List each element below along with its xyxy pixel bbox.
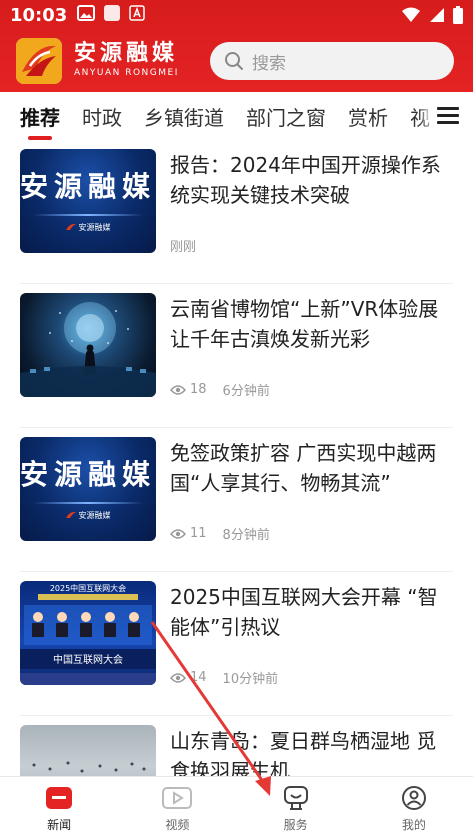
- news-list: 安源融媒 安源融媒 报告：2024年中国开源操作系统实现关键技术突破 刚刚 云南…: [0, 140, 473, 840]
- nav-service-label: 服务: [283, 818, 308, 832]
- news-icon: [45, 784, 73, 812]
- news-meta: 刚刚: [170, 236, 196, 255]
- news-title: 云南省博物馆“上新”VR体验展 让千年古滇焕发新光彩: [170, 297, 439, 351]
- tab-towns[interactable]: 乡镇街道: [144, 102, 224, 131]
- conference-stage-text: 中国互联网大会: [53, 653, 123, 666]
- list-item[interactable]: 云南省博物馆“上新”VR体验展 让千年古滇焕发新光彩 18 6分钟前: [20, 284, 453, 428]
- news-meta: 18 6分钟前: [170, 380, 270, 399]
- search-icon: [225, 52, 243, 70]
- news-time: 6分钟前: [222, 384, 270, 399]
- nav-news[interactable]: 新闻: [0, 777, 118, 840]
- news-thumbnail: 安源融媒 安源融媒: [20, 149, 156, 253]
- news-thumbnail: [20, 293, 156, 397]
- service-icon: [283, 784, 309, 812]
- nav-news-label: 新闻: [47, 818, 72, 832]
- app-header: 安源融媒 ANYUAN RONGMEI 搜索: [0, 38, 473, 84]
- news-meta: 11 8分钟前: [170, 524, 270, 543]
- news-views: 14: [190, 670, 207, 685]
- tab-politics[interactable]: 时政: [82, 102, 122, 131]
- nav-profile-label: 我的: [401, 818, 426, 832]
- list-item[interactable]: 安源融媒 安源融媒 报告：2024年中国开源操作系统实现关键技术突破 刚刚: [20, 140, 453, 284]
- battery-icon: [453, 6, 463, 24]
- wifi-icon: [402, 7, 420, 22]
- news-thumbnail: 安源融媒 安源融媒: [20, 437, 156, 541]
- tab-appreciation[interactable]: 赏析: [348, 102, 388, 131]
- news-time: 8分钟前: [222, 528, 270, 543]
- status-bar: 10:03: [0, 0, 473, 30]
- news-title: 报告：2024年中国开源操作系统实现关键技术突破: [170, 153, 441, 207]
- bottom-nav: 新闻 视频 服务 我的: [0, 776, 473, 840]
- profile-icon: [401, 784, 427, 812]
- news-title: 免签政策扩容 广西实现中越两国“人享其行、物畅其流”: [170, 441, 437, 495]
- menu-icon[interactable]: [435, 104, 461, 126]
- logo-mark-icon: [65, 511, 76, 518]
- conference-image: 2025中国互联网大会 中国互联网大会: [20, 583, 156, 685]
- news-views: 18: [190, 382, 207, 397]
- views-icon: [170, 384, 186, 395]
- thumbnail-small-text: 安源融媒: [65, 510, 111, 521]
- category-tabs: 推荐 时政 乡镇街道 部门之窗 赏析 视: [0, 92, 473, 140]
- news-thumbnail: 2025中国互联网大会 中国互联网大会: [20, 581, 156, 685]
- list-item[interactable]: 安源融媒 安源融媒 免签政策扩容 广西实现中越两国“人享其行、物畅其流” 11 …: [20, 428, 453, 572]
- news-views: 11: [190, 526, 207, 541]
- conference-banner-text: 2025中国互联网大会: [50, 583, 126, 593]
- views-icon: [170, 528, 186, 539]
- app-logo: [16, 38, 62, 84]
- search-placeholder: 搜索: [252, 53, 286, 74]
- nav-service[interactable]: 服务: [237, 777, 355, 840]
- thumbnail-small-text: 安源融媒: [65, 222, 111, 233]
- views-icon: [170, 672, 186, 683]
- list-item[interactable]: 2025中国互联网大会 中国互联网大会 2025中国互联网大会开幕 “智能体”引…: [20, 572, 453, 716]
- thumbnail-brand-text: 安源融媒: [20, 169, 156, 203]
- app-header-bar: 10:03 安源融媒 ANYUAN RONGMEI 搜索: [0, 0, 473, 92]
- app-notification-icon: [103, 4, 121, 27]
- news-time: 10分钟前: [222, 672, 279, 687]
- nav-video-label: 视频: [165, 818, 190, 832]
- news-title: 2025中国互联网大会开幕 “智能体”引热议: [170, 585, 438, 639]
- thumbnail-line: [33, 501, 143, 504]
- news-time: 刚刚: [170, 240, 197, 255]
- tab-recommend[interactable]: 推荐: [20, 102, 60, 140]
- image-notification-icon: [77, 4, 96, 26]
- logo-mark-icon: [65, 223, 76, 230]
- news-meta: 14 10分钟前: [170, 668, 278, 687]
- thumbnail-brand-text: 安源融媒: [20, 457, 156, 491]
- a-notification-icon: [129, 4, 146, 26]
- brand-name: 安源融媒 ANYUAN RONGMEI: [74, 40, 179, 78]
- nav-video[interactable]: 视频: [118, 777, 236, 840]
- brand-name-en: ANYUAN RONGMEI: [74, 68, 179, 78]
- video-icon: [162, 784, 193, 812]
- nav-profile[interactable]: 我的: [355, 777, 473, 840]
- status-time: 10:03: [10, 4, 68, 26]
- search-input[interactable]: 搜索: [210, 42, 454, 80]
- signal-icon: [430, 8, 444, 22]
- tab-departments[interactable]: 部门之窗: [246, 102, 326, 131]
- status-right-icons: [401, 6, 463, 24]
- tab-video-partial[interactable]: 视: [410, 102, 430, 131]
- thumbnail-line: [33, 213, 143, 216]
- app-screen: 10:03 安源融媒 ANYUAN RONGMEI 搜索 推荐 时政 乡镇街道 …: [0, 0, 473, 840]
- brand-name-cn: 安源融媒: [74, 40, 179, 66]
- museum-image: [20, 302, 156, 397]
